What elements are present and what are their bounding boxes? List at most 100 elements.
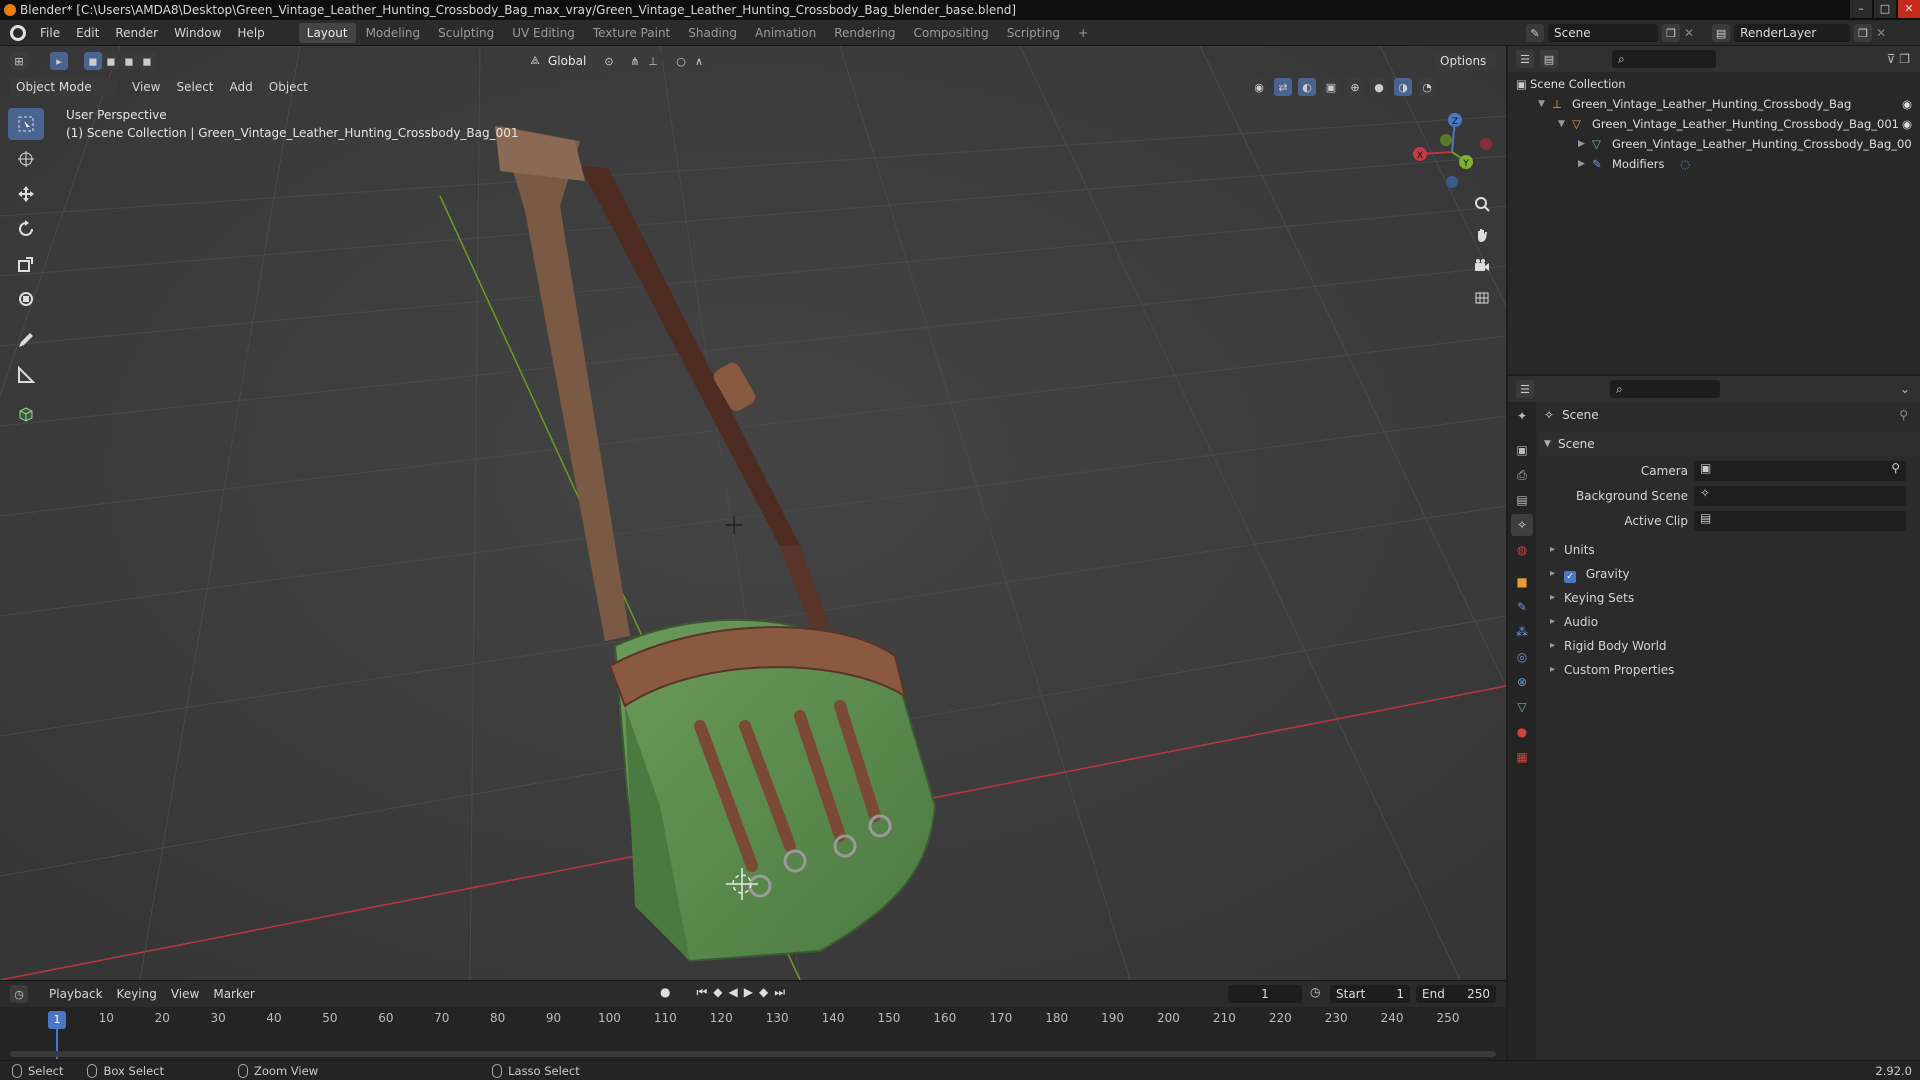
snap-target-icon[interactable]: ⊥ xyxy=(644,52,662,70)
menu-window[interactable]: Window xyxy=(166,20,229,46)
current-frame-field[interactable]: 1 xyxy=(1228,985,1302,1003)
measure-tool[interactable] xyxy=(8,359,44,391)
snap-icon[interactable]: ⋔ xyxy=(626,52,644,70)
start-frame-field[interactable]: Start 1 xyxy=(1330,985,1410,1003)
ortho-grid-icon[interactable] xyxy=(1468,283,1496,311)
playhead[interactable]: 1 xyxy=(48,1011,66,1029)
end-frame-field[interactable]: End 250 xyxy=(1416,985,1496,1003)
proportional-edit-icon[interactable]: ○ xyxy=(672,52,690,70)
transform-orientation-icon[interactable]: ⟁ xyxy=(526,52,544,70)
expand-arrow-icon[interactable]: ▼ xyxy=(1558,114,1565,134)
render-layer-selector[interactable]: RenderLayer xyxy=(1734,24,1851,42)
expand-arrow-icon[interactable]: ▶ xyxy=(1578,154,1585,174)
texture-tab-icon[interactable]: ▦ xyxy=(1511,746,1533,768)
outliner-item[interactable]: ▶ ▽ Green_Vintage_Leather_Hunting_Crossb… xyxy=(1508,134,1920,154)
render-tab-icon[interactable]: ▣ xyxy=(1511,439,1533,461)
tool-tab-icon[interactable]: ✦ xyxy=(1511,405,1533,427)
units-panel[interactable]: Units xyxy=(1538,538,1920,562)
camera-view-icon[interactable] xyxy=(1468,252,1496,280)
menu-edit[interactable]: Edit xyxy=(68,20,107,46)
tab-animation[interactable]: Animation xyxy=(747,23,824,43)
zoom-icon[interactable] xyxy=(1468,190,1496,218)
tab-texture-paint[interactable]: Texture Paint xyxy=(585,23,678,43)
timeline-menu-keying[interactable]: Keying xyxy=(110,987,164,1001)
gizmo-toggle-icon[interactable]: ⇄ xyxy=(1274,78,1292,96)
auto-keying-icon[interactable]: ● xyxy=(660,985,670,1000)
tab-shading[interactable]: Shading xyxy=(680,23,745,43)
menu-help[interactable]: Help xyxy=(229,20,272,46)
filter-icon[interactable]: ⊽ ❐ xyxy=(1887,52,1910,66)
frame-ruler[interactable]: 10 20 30 40 50 60 70 80 90 100 110 120 130 140 150 160 1… xyxy=(0,1011,1506,1031)
rendered-shading-icon[interactable]: ◔ xyxy=(1418,78,1436,96)
viewport-menu-select[interactable]: Select xyxy=(168,80,221,94)
outliner-scene-collection[interactable]: ▣ Scene Collection xyxy=(1508,74,1920,94)
solid-shading-icon[interactable]: ● xyxy=(1370,78,1388,96)
tab-sculpting[interactable]: Sculpting xyxy=(430,23,502,43)
viewport-menu-view[interactable]: View xyxy=(124,80,168,94)
select-mode-icon[interactable]: ▸ xyxy=(50,52,68,70)
material-shading-icon[interactable]: ◑ xyxy=(1394,78,1412,96)
viewport-menu-add[interactable]: Add xyxy=(222,80,261,94)
minimize-button[interactable]: – xyxy=(1850,0,1872,18)
active-clip-field[interactable]: ▤ xyxy=(1694,511,1906,531)
scene-selector[interactable]: Scene xyxy=(1548,24,1658,42)
render-layer-icon[interactable]: ▤ xyxy=(1712,24,1731,42)
tab-rendering[interactable]: Rendering xyxy=(826,23,903,43)
pin-icon[interactable]: ⚲ xyxy=(1899,408,1908,422)
particles-tab-icon[interactable]: ⁂ xyxy=(1511,621,1533,643)
visibility-eye-icon[interactable]: ◉ xyxy=(1902,94,1912,114)
delete-scene-icon[interactable]: ✕ xyxy=(1684,26,1694,40)
outliner-item[interactable]: ▼ ▽ Green_Vintage_Leather_Hunting_Crossb… xyxy=(1508,114,1920,134)
gravity-panel[interactable]: ✓ Gravity xyxy=(1538,562,1920,586)
modifier-tab-icon[interactable]: ✎ xyxy=(1511,596,1533,618)
wireframe-shading-icon[interactable]: ⊕ xyxy=(1346,78,1364,96)
jump-end-icon[interactable]: ⏭ xyxy=(774,985,785,1000)
close-button[interactable]: ✕ xyxy=(1898,0,1920,18)
material-tab-icon[interactable]: ● xyxy=(1511,721,1533,743)
editor-type-icon[interactable]: ⊞ xyxy=(10,52,28,70)
camera-field[interactable]: ▣ ⚲ xyxy=(1694,461,1906,481)
blender-menu-icon[interactable] xyxy=(10,24,26,41)
menu-file[interactable]: File xyxy=(32,20,68,46)
overlay-toggle-icon[interactable]: ◐ xyxy=(1298,78,1316,96)
transform-tool[interactable] xyxy=(8,283,44,315)
timeline-editor-icon[interactable]: ◷ xyxy=(10,985,28,1003)
next-keyframe-icon[interactable]: ◆ xyxy=(759,985,768,1000)
background-scene-field[interactable]: ✧ xyxy=(1694,486,1906,506)
rotate-tool[interactable] xyxy=(8,213,44,245)
outliner-editor-icon[interactable]: ☰ xyxy=(1516,50,1534,68)
output-tab-icon[interactable]: ⎙ xyxy=(1511,464,1533,486)
properties-search-input[interactable]: ⌕ xyxy=(1610,380,1720,398)
cursor-tool[interactable] xyxy=(8,143,44,175)
tab-compositing[interactable]: Compositing xyxy=(905,23,996,43)
timeline-menu-playback[interactable]: Playback xyxy=(42,987,110,1001)
maximize-button[interactable]: □ xyxy=(1874,0,1896,18)
custom-properties-panel[interactable]: Custom Properties xyxy=(1538,658,1920,682)
transform-orientation[interactable]: Global xyxy=(548,54,588,68)
pan-hand-icon[interactable] xyxy=(1468,221,1496,249)
select-invert-icon[interactable]: ◼ xyxy=(138,52,156,70)
expand-arrow-icon[interactable]: ▶ xyxy=(1578,134,1585,154)
falloff-icon[interactable]: ∧ xyxy=(690,52,708,70)
scene-tab-icon[interactable]: ✧ xyxy=(1511,514,1533,536)
physics-tab-icon[interactable]: ◎ xyxy=(1511,646,1533,668)
menu-render[interactable]: Render xyxy=(107,20,166,46)
world-tab-icon[interactable]: ◍ xyxy=(1511,539,1533,561)
scene-icon[interactable]: ✎ xyxy=(1526,24,1544,42)
visibility-eye-icon[interactable]: ◉ xyxy=(1902,114,1912,134)
object-mode-dropdown[interactable]: Object Mode xyxy=(10,78,118,96)
tab-uv-editing[interactable]: UV Editing xyxy=(504,23,583,43)
move-tool[interactable] xyxy=(8,178,44,210)
display-mode-icon[interactable]: ▤ xyxy=(1540,50,1558,68)
delete-layer-icon[interactable]: ✕ xyxy=(1876,26,1886,40)
object-tab-icon[interactable]: ■ xyxy=(1511,571,1533,593)
play-reverse-icon[interactable]: ◀ xyxy=(729,985,738,1000)
outliner-search-input[interactable]: ⌕ xyxy=(1612,50,1716,68)
prev-keyframe-icon[interactable]: ◆ xyxy=(713,985,722,1000)
pivot-point-icon[interactable]: ⊙ xyxy=(600,52,618,70)
scene-panel-header[interactable]: ▼ Scene xyxy=(1538,432,1920,456)
rigid-body-world-panel[interactable]: Rigid Body World xyxy=(1538,634,1920,658)
play-icon[interactable]: ▶ xyxy=(744,985,753,1000)
outliner-item[interactable]: ▶ ✎ Modifiers ◌ xyxy=(1508,154,1920,174)
new-scene-icon[interactable]: ❐ xyxy=(1662,24,1680,42)
